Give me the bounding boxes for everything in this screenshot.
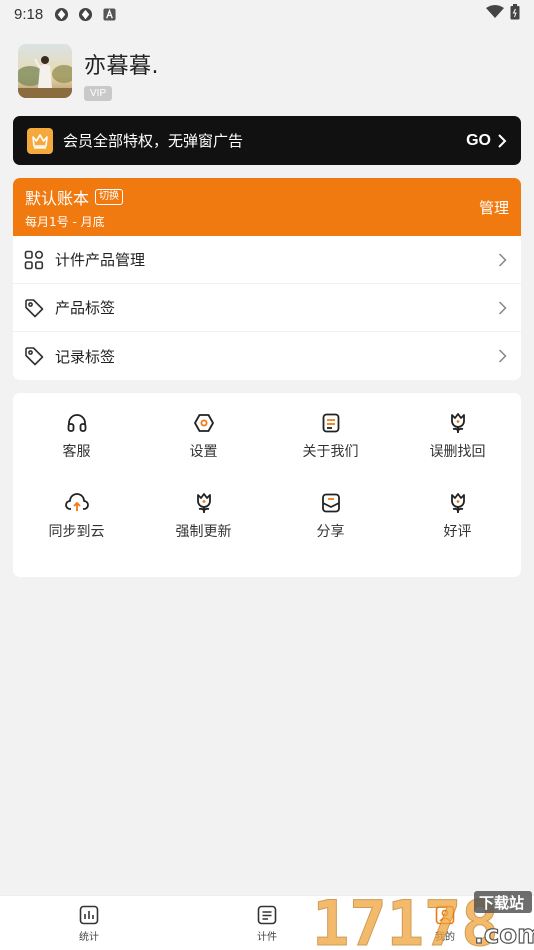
feature-cloud-sync[interactable]: 同步到云 <box>13 491 140 571</box>
switch-account-button[interactable]: 切换 <box>95 188 124 205</box>
app-notification-icon <box>53 6 69 22</box>
nav-item-mine[interactable]: 我的 <box>356 896 534 950</box>
feature-label: 分享 <box>316 524 345 540</box>
feature-label: 好评 <box>443 524 472 540</box>
text-app-icon <box>101 6 117 22</box>
menu-item-label: 记录标签 <box>55 347 116 366</box>
grid-icon <box>23 249 45 271</box>
feature-label: 同步到云 <box>48 524 105 540</box>
menu-item-product-management[interactable]: 计件产品管理 <box>13 236 521 284</box>
tag-icon <box>23 345 45 367</box>
chevron-right-icon <box>495 300 509 315</box>
chevron-right-icon <box>498 133 507 148</box>
document-icon <box>319 411 343 435</box>
nav-label: 统计 <box>79 931 99 943</box>
vip-go-label: GO <box>466 131 491 149</box>
wifi-icon <box>486 5 504 23</box>
share-icon <box>319 491 343 515</box>
account-period: 每月1号 - 月底 <box>25 214 105 229</box>
feature-label: 误删找回 <box>429 444 486 460</box>
feature-rate-app[interactable]: 好评 <box>394 491 521 571</box>
cloud-upload-icon <box>64 491 89 515</box>
account-title: 默认账本 <box>25 188 90 208</box>
account-header[interactable]: 默认账本 切换 每月1号 - 月底 管理 <box>13 178 521 236</box>
profile-icon <box>434 904 456 926</box>
menu-item-label: 计件产品管理 <box>55 251 146 269</box>
menu-item-label: 产品标签 <box>55 299 116 317</box>
vip-badge: VIP <box>84 86 113 101</box>
tag-icon <box>23 297 45 319</box>
feature-force-update[interactable]: 强制更新 <box>140 491 267 571</box>
settings-icon <box>192 411 216 435</box>
profile-name: 亦暮暮. <box>84 54 159 79</box>
headset-icon <box>65 411 89 435</box>
crown-icon <box>27 127 53 154</box>
profile-header[interactable]: 亦暮暮. VIP <box>18 44 159 101</box>
feature-grid: 客服 设置 关于我们 误删找回 同步到云 强制更新 分享 好评 <box>13 393 521 577</box>
nav-item-piecework[interactable]: 计件 <box>178 896 356 950</box>
battery-icon <box>510 4 520 24</box>
menu-item-record-tags[interactable]: 记录标签 <box>13 332 521 380</box>
vip-banner-text: 会员全部特权，无弹窗广告 <box>63 132 244 150</box>
status-time: 9:18 <box>14 5 44 23</box>
feature-customer-service[interactable]: 客服 <box>13 411 140 491</box>
account-card: 默认账本 切换 每月1号 - 月底 管理 计件产品管理 产品标签 记录标签 <box>13 178 521 380</box>
nav-label: 计件 <box>257 931 277 943</box>
bar-chart-icon <box>78 904 100 926</box>
nav-label: 我的 <box>435 931 455 943</box>
flower-icon <box>446 411 470 435</box>
flower-icon <box>446 491 470 515</box>
feature-label: 设置 <box>189 444 218 460</box>
feature-settings[interactable]: 设置 <box>140 411 267 491</box>
manage-button[interactable]: 管理 <box>479 197 509 218</box>
menu-item-product-tags[interactable]: 产品标签 <box>13 284 521 332</box>
status-bar: 9:18 <box>0 0 534 28</box>
list-icon <box>256 904 278 926</box>
app-notification-icon <box>77 6 93 22</box>
feature-share[interactable]: 分享 <box>267 491 394 571</box>
nav-item-statistics[interactable]: 统计 <box>0 896 178 950</box>
avatar[interactable] <box>18 44 72 98</box>
flower-icon <box>192 491 216 515</box>
feature-label: 客服 <box>62 444 91 460</box>
vip-go-button[interactable]: GO <box>466 132 507 150</box>
chevron-right-icon <box>495 349 509 363</box>
feature-about-us[interactable]: 关于我们 <box>267 411 394 491</box>
feature-label: 强制更新 <box>175 524 232 540</box>
chevron-right-icon <box>495 252 509 267</box>
vip-banner[interactable]: 会员全部特权，无弹窗广告 GO <box>13 116 521 165</box>
bottom-nav: 统计 计件 我的 <box>0 895 534 950</box>
feature-recover-deleted[interactable]: 误删找回 <box>394 411 521 491</box>
feature-label: 关于我们 <box>302 444 359 460</box>
